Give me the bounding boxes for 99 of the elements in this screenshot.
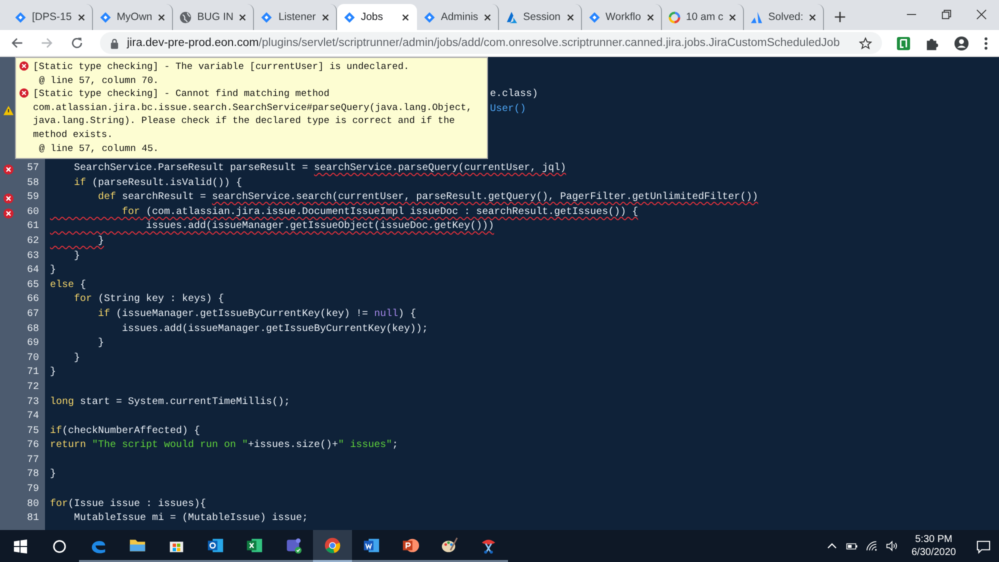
line-number: 71 (26, 366, 39, 380)
line-number: 68 (26, 322, 39, 337)
line-number: 80 (26, 498, 39, 512)
taskbar-button[interactable] (313, 530, 352, 562)
line-number: 59 (26, 191, 39, 206)
error-icon (19, 88, 29, 98)
line-number: 67 (26, 308, 39, 322)
code-line: } (73, 250, 80, 264)
address-bar[interactable]: jira.dev-pre-prod.eon.com/plugins/servlet/scriptrunner/admin/jobs/add/com.onresolve.scriptrunner.canned.jira.jobs.JiraCustomScheduledJob (100, 32, 882, 54)
close-icon[interactable] (320, 12, 330, 22)
clock-date[interactable]: 6/30/2020 (912, 546, 956, 559)
line-number: 64 (26, 264, 39, 278)
code-line: } (97, 337, 104, 352)
wifi-icon[interactable] (866, 540, 878, 552)
palette-icon (440, 536, 459, 554)
code-line: return "The script would run on "+issues.size()+" issues"; (50, 439, 398, 454)
team-chat-icon (284, 536, 303, 554)
code-line: } (50, 366, 56, 380)
tab-title: BUG IN (197, 11, 234, 23)
clock-time[interactable]: 5:30 PM (915, 533, 952, 546)
code-line: e.class) (490, 88, 538, 102)
extension-icon[interactable] (896, 36, 911, 50)
code-line: long start = System.currentTimeMillis(); (50, 396, 290, 410)
close-icon[interactable] (483, 12, 492, 22)
line-number: 73 (26, 396, 39, 410)
line-number: 61 (26, 220, 39, 234)
line-number: 60 (26, 206, 39, 220)
tab-title: 10 am c (686, 11, 724, 23)
line-number: 81 (26, 512, 39, 526)
code-line: issues.add(issueManager.getIssueByCurrentKey(key)); (121, 322, 428, 337)
code-line: for (com.atlassian.jira.issue.DocumentIssueImpl issueDoc : searchResult.getIssues()) { (121, 206, 638, 220)
tab-title: Listener (278, 11, 316, 23)
error-message: [Static type checking] - Cannot find matching method com.atlassian.jira.bc.issue.search.SearchService#parseQuery(java.lang.Object, java.lang.String). Please check if the declared type is correct and if the method exists. (33, 87, 473, 142)
line-number: 76 (26, 439, 39, 454)
back-icon[interactable] (10, 36, 24, 50)
menu-icon[interactable] (983, 36, 989, 50)
code-line: } (50, 264, 56, 278)
ring-icon (668, 10, 681, 24)
close-icon[interactable] (808, 12, 818, 22)
line-number: 57 (26, 162, 39, 176)
code-line: if(checkNumberAffected) { (50, 424, 200, 439)
tab-title: MyOwn (116, 11, 152, 23)
code-line: if (issueManager.getIssueByCurrentKey(key) != null) { (97, 308, 416, 322)
close-icon[interactable] (566, 12, 575, 22)
ring-icon (323, 536, 342, 554)
line-number: 75 (26, 424, 39, 439)
line-number: 74 (26, 410, 39, 424)
line-number: 79 (26, 483, 39, 498)
code-line: } (73, 352, 80, 366)
profile-icon[interactable] (954, 36, 969, 50)
browser-tab[interactable]: Jobs (336, 4, 417, 30)
code-line: } (50, 468, 56, 482)
code-line: else { (50, 278, 86, 293)
code-line: } (97, 234, 104, 249)
error-location: @ line 57, column 45. (38, 142, 160, 156)
code-line: User() (490, 102, 526, 117)
tab-title: Workflo (606, 11, 641, 23)
globe-icon (179, 10, 192, 24)
line-number: 62 (26, 234, 39, 249)
line-number: 58 (26, 176, 39, 191)
close-icon[interactable] (646, 12, 655, 22)
tab-title: [DPS-15 (32, 11, 72, 23)
code-line: def searchResult = searchService.search(currentUser, parseResult.getQuery(), PagerFilter.getUnlimitedFilter()) (97, 191, 758, 206)
tab-title: Adminis (440, 11, 478, 23)
line-number: 72 (26, 380, 39, 395)
close-icon[interactable] (400, 12, 410, 22)
line-number: 70 (26, 352, 39, 366)
error-message: [Static type checking] - The variable [currentUser] is undeclared. (33, 60, 410, 74)
volume-icon[interactable] (886, 540, 898, 552)
error-icon (19, 61, 29, 71)
triangle-icon (505, 10, 518, 24)
line-number: 69 (26, 337, 39, 352)
reload-icon[interactable] (70, 36, 84, 50)
code-line: if (parseResult.isValid()) { (73, 176, 242, 191)
code-line: for(Issue issue : issues){ (50, 498, 206, 512)
tab-title: Solved: (768, 11, 804, 23)
line-number: 78 (26, 468, 39, 482)
line-number: 77 (26, 454, 39, 468)
line-number: 66 (26, 293, 39, 308)
star-icon[interactable] (859, 36, 872, 50)
tab-title: Session (523, 11, 561, 23)
notification-icon[interactable] (976, 538, 991, 554)
close-icon[interactable] (238, 12, 248, 22)
close-icon[interactable] (76, 12, 86, 22)
peaks-icon (750, 10, 764, 24)
line-number: 63 (26, 250, 39, 264)
url-text: jira.dev-pre-prod.eon.com/plugins/servlet/scriptrunner/admin/jobs/add/com.onresolve.scriptrunner.canned.jira.jobs.JiraCustomScheduledJob (127, 37, 841, 49)
new-tab-icon[interactable] (834, 11, 846, 23)
close-icon[interactable] (728, 12, 738, 22)
tab-title: Jobs (360, 11, 384, 23)
lock-icon (110, 38, 119, 48)
line-number: 65 (26, 278, 39, 293)
close-icon[interactable] (157, 12, 166, 22)
code-line: MutableIssue mi = (MutableIssue) issue; (73, 512, 308, 526)
code-editor[interactable] (0, 57, 999, 530)
code-line: for (String key : keys) { (73, 293, 224, 308)
code-line: SearchService.ParseResult parseResult = searchService.parseQuery(currentUser, jql) (73, 162, 566, 176)
error-location: @ line 57, column 70. (38, 74, 160, 88)
code-line: issues.add(issueManager.getIssueObject(issueDoc.getKey())) (145, 220, 494, 234)
